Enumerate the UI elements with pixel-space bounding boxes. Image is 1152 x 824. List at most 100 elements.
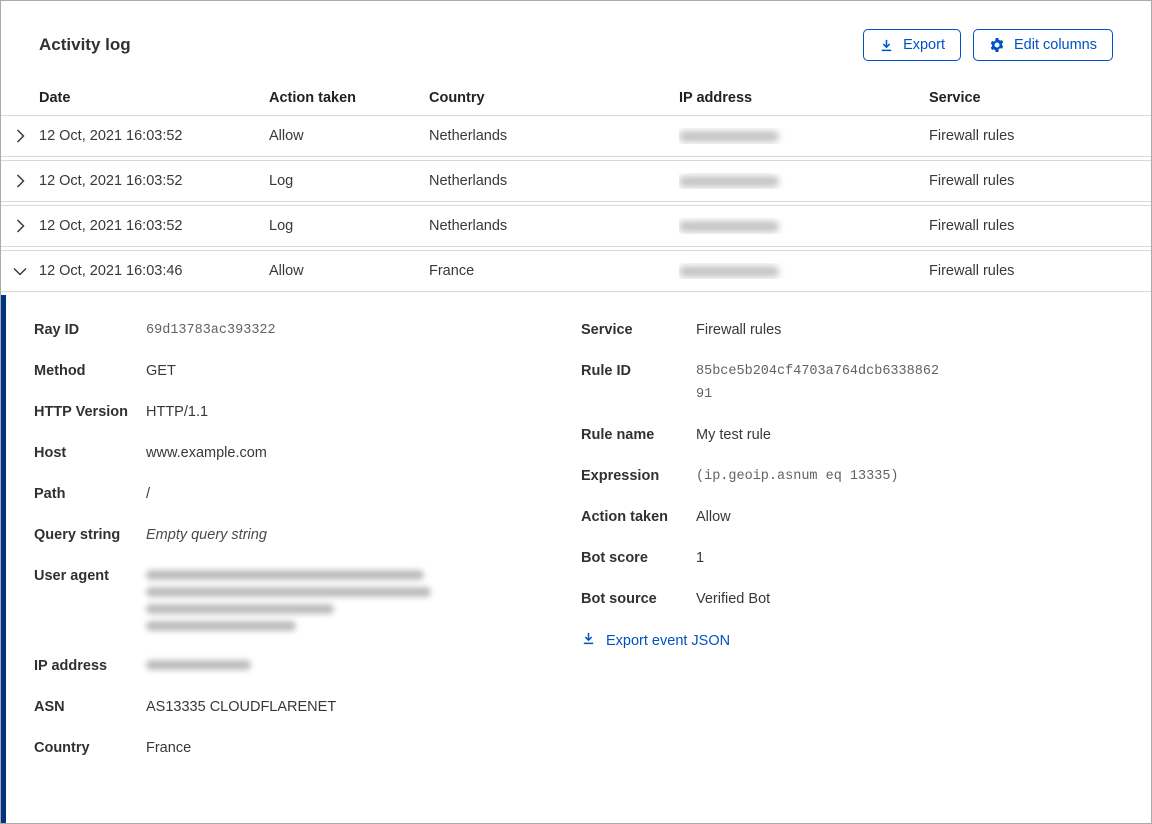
- row-ip-address-redacted: [679, 173, 929, 189]
- field-value-redacted: [146, 655, 581, 678]
- detail-field-expression: Expression (ip.geoip.asnum eq 13335): [581, 465, 1151, 488]
- field-value: AS13335 CLOUDFLARENET: [146, 699, 337, 715]
- table-header-row: Date Action taken Country IP address Ser…: [1, 81, 1151, 115]
- field-label: Service: [581, 322, 633, 338]
- field-value-redacted: [146, 565, 581, 637]
- row-country: Netherlands: [429, 128, 508, 144]
- field-label: Country: [34, 740, 90, 756]
- edit-columns-button[interactable]: Edit columns: [972, 29, 1113, 61]
- table-row[interactable]: 12 Oct, 2021 16:03:52 Allow Netherlands …: [1, 115, 1151, 157]
- field-label: ASN: [34, 699, 65, 715]
- row-ip-address-redacted: [679, 263, 929, 279]
- detail-field-user-agent: User agent: [34, 565, 581, 637]
- detail-field-bot-source: Bot source Verified Bot: [581, 588, 1151, 611]
- detail-field-path: Path /: [34, 483, 581, 506]
- row-country: Netherlands: [429, 218, 508, 234]
- chevron-right-icon[interactable]: [1, 206, 39, 246]
- field-value: /: [146, 486, 151, 502]
- row-date: 12 Oct, 2021 16:03:52: [39, 128, 183, 144]
- export-event-json-link[interactable]: Export event JSON: [581, 631, 730, 650]
- detail-field-host: Host www.example.com: [34, 442, 581, 465]
- column-header-date: Date: [39, 90, 71, 106]
- detail-field-country: Country France: [34, 737, 581, 760]
- field-label: Action taken: [581, 509, 669, 525]
- field-value: France: [146, 740, 192, 756]
- row-service: Firewall rules: [929, 218, 1015, 234]
- table-row-expanded[interactable]: 12 Oct, 2021 16:03:46 Allow France Firew…: [1, 250, 1151, 292]
- field-value: (ip.geoip.asnum eq 13335): [696, 469, 899, 484]
- field-label: Bot score: [581, 550, 648, 566]
- field-label: Ray ID: [34, 322, 80, 338]
- field-label: HTTP Version: [34, 404, 129, 420]
- column-header-action-taken: Action taken: [269, 90, 357, 106]
- detail-field-http-version: HTTP Version HTTP/1.1: [34, 401, 581, 424]
- row-ip-address-redacted: [679, 128, 929, 144]
- row-date: 12 Oct, 2021 16:03:46: [39, 263, 183, 279]
- detail-right-column: Service Firewall rules Rule ID 85bce5b20…: [581, 319, 1151, 778]
- row-date: 12 Oct, 2021 16:03:52: [39, 173, 183, 189]
- column-header-ip-address: IP address: [679, 90, 753, 106]
- field-value: GET: [146, 363, 176, 379]
- detail-field-ray-id: Ray ID 69d13783ac393322: [34, 319, 581, 342]
- header-actions: Export Edit columns: [863, 29, 1113, 61]
- detail-field-rule-id: Rule ID 85bce5b204cf4703a764dcb633886291: [581, 360, 1151, 406]
- field-label: User agent: [34, 568, 109, 584]
- field-label: Method: [34, 363, 86, 379]
- export-button[interactable]: Export: [863, 29, 961, 61]
- row-date: 12 Oct, 2021 16:03:52: [39, 218, 183, 234]
- export-button-label: Export: [903, 37, 945, 53]
- field-value: Allow: [696, 509, 731, 525]
- row-action-taken: Allow: [269, 263, 304, 279]
- chevron-right-icon[interactable]: [1, 161, 39, 201]
- chevron-right-icon[interactable]: [1, 116, 39, 156]
- row-action-taken: Log: [269, 173, 294, 189]
- page-header: Activity log Export Edit columns: [1, 1, 1151, 81]
- row-service: Firewall rules: [929, 173, 1015, 189]
- field-value: Verified Bot: [696, 591, 771, 607]
- column-header-country: Country: [429, 90, 485, 106]
- activity-log-page: Activity log Export Edit columns Date Ac…: [0, 0, 1152, 824]
- gear-icon: [989, 37, 1005, 53]
- field-value: HTTP/1.1: [146, 404, 209, 420]
- chevron-down-icon[interactable]: [1, 251, 39, 291]
- field-label: Bot source: [581, 591, 657, 607]
- download-icon: [581, 631, 596, 650]
- table-row[interactable]: 12 Oct, 2021 16:03:52 Log Netherlands Fi…: [1, 160, 1151, 202]
- detail-field-method: Method GET: [34, 360, 581, 383]
- column-header-service: Service: [929, 90, 981, 106]
- field-label: Rule name: [581, 427, 655, 443]
- field-label: Expression: [581, 468, 660, 484]
- detail-field-bot-score: Bot score 1: [581, 547, 1151, 570]
- edit-columns-button-label: Edit columns: [1013, 37, 1097, 53]
- detail-field-rule-name: Rule name My test rule: [581, 424, 1151, 447]
- field-label: Rule ID: [581, 363, 631, 379]
- detail-left-column: Ray ID 69d13783ac393322 Method GET HTTP …: [34, 319, 581, 778]
- row-country: France: [429, 263, 475, 279]
- detail-field-query-string: Query string Empty query string: [34, 524, 581, 547]
- row-action-taken: Log: [269, 218, 294, 234]
- field-value: 1: [696, 550, 705, 566]
- detail-field-asn: ASN AS13335 CLOUDFLARENET: [34, 696, 581, 719]
- field-value: Firewall rules: [696, 322, 782, 338]
- field-value: My test rule: [696, 427, 771, 443]
- row-service: Firewall rules: [929, 263, 1015, 279]
- export-event-json-label: Export event JSON: [606, 632, 731, 649]
- field-value: 69d13783ac393322: [146, 323, 276, 338]
- download-icon: [879, 38, 894, 53]
- row-service: Firewall rules: [929, 128, 1015, 144]
- field-value: 85bce5b204cf4703a764dcb633886291: [696, 364, 940, 402]
- field-label: Path: [34, 486, 66, 502]
- page-title: Activity log: [39, 35, 131, 54]
- detail-field-ip-address: IP address: [34, 655, 581, 678]
- event-detail-panel: Ray ID 69d13783ac393322 Method GET HTTP …: [1, 295, 1151, 823]
- field-label: Host: [34, 445, 67, 461]
- field-label: IP address: [34, 658, 108, 674]
- row-country: Netherlands: [429, 173, 508, 189]
- field-label: Query string: [34, 527, 121, 543]
- field-value: www.example.com: [146, 445, 267, 461]
- row-action-taken: Allow: [269, 128, 304, 144]
- table-row[interactable]: 12 Oct, 2021 16:03:52 Log Netherlands Fi…: [1, 205, 1151, 247]
- field-value: Empty query string: [146, 527, 267, 543]
- row-ip-address-redacted: [679, 218, 929, 234]
- detail-field-service: Service Firewall rules: [581, 319, 1151, 342]
